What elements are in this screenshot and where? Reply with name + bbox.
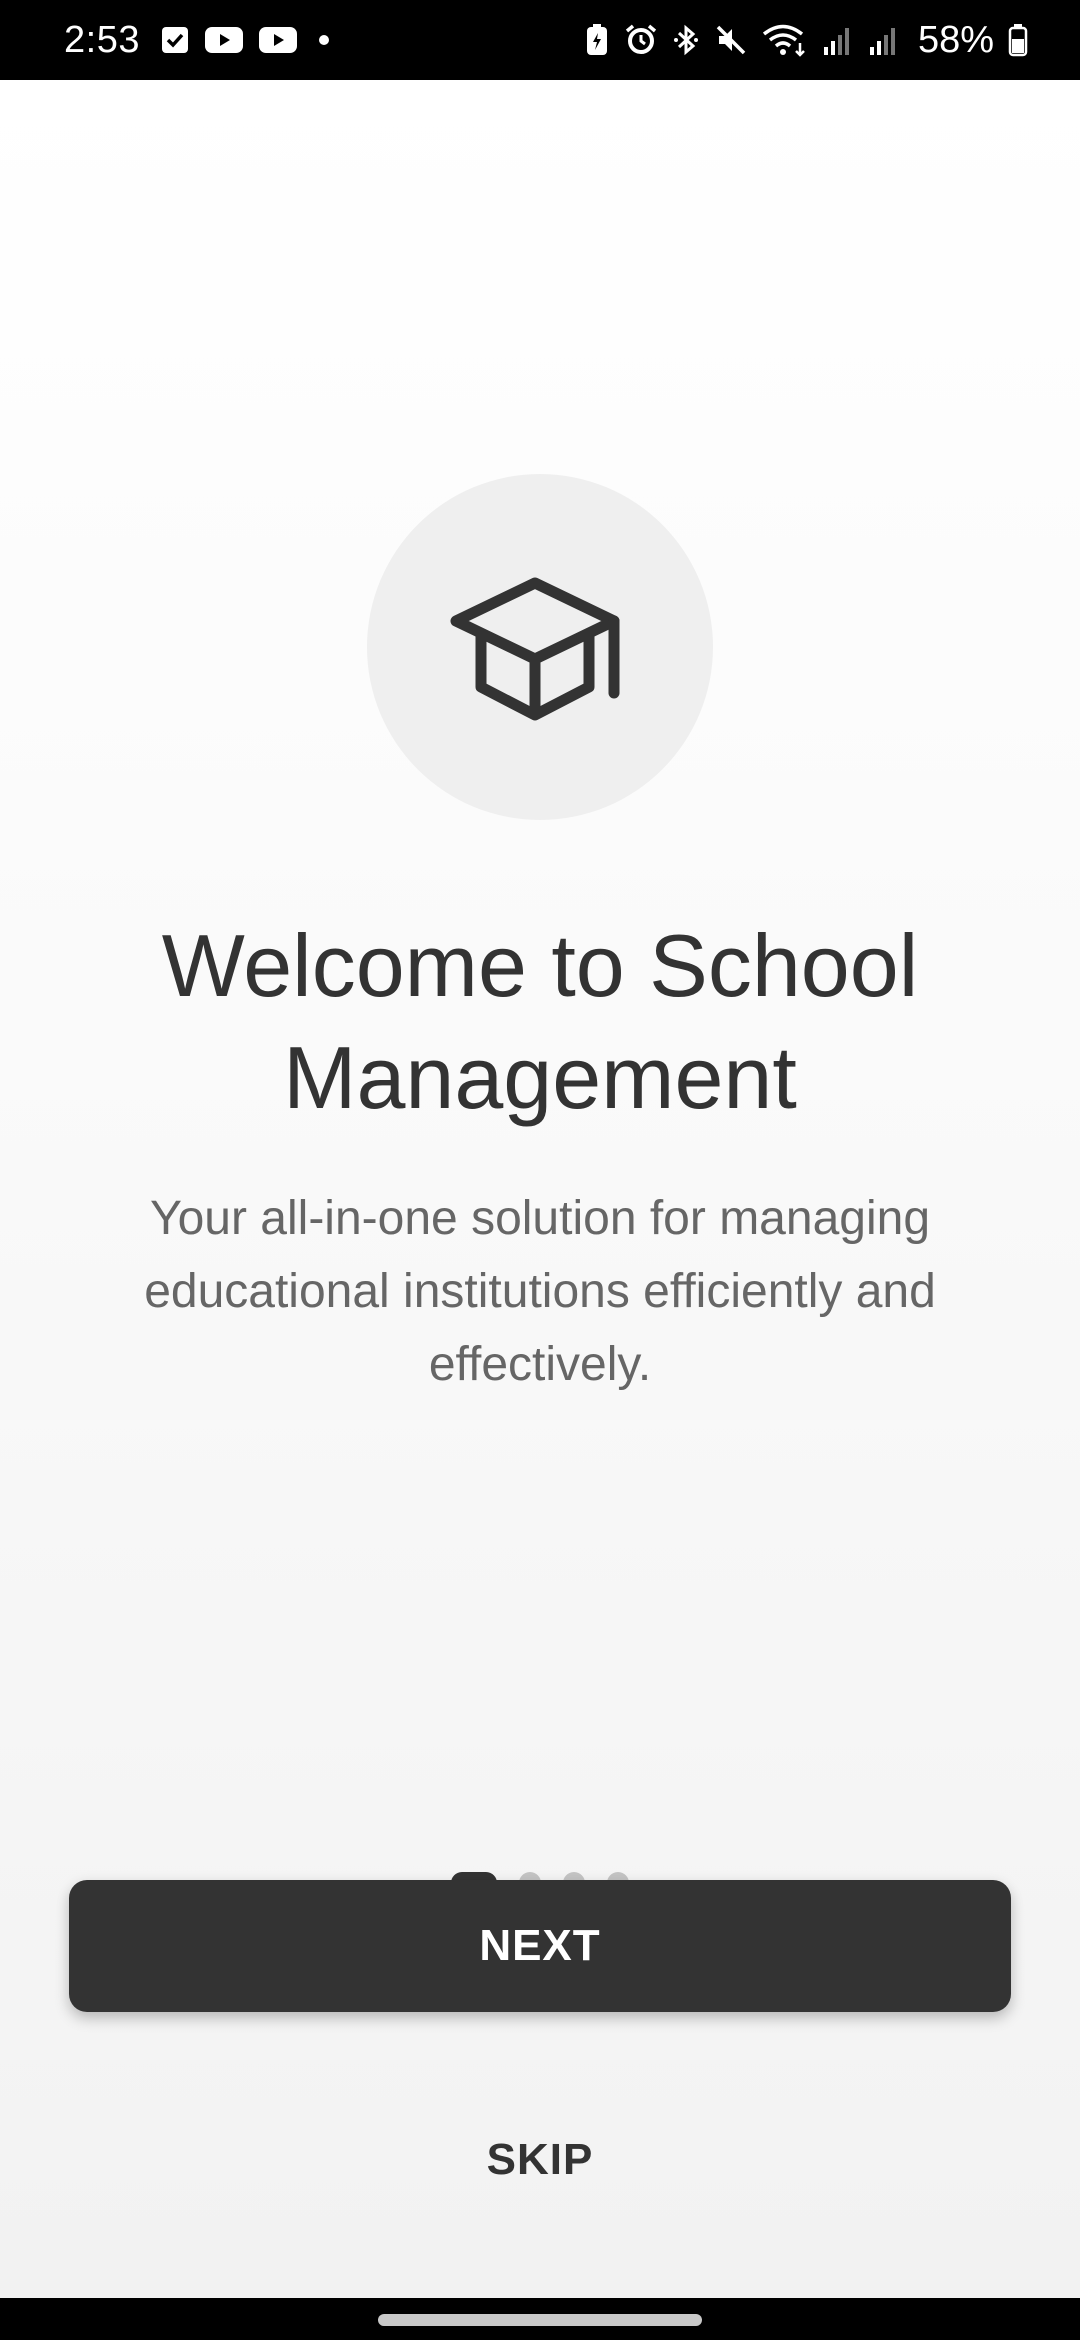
page-title: Welcome to School Management bbox=[161, 916, 919, 1127]
next-button[interactable]: NEXT bbox=[69, 1880, 1011, 2012]
home-gesture-handle[interactable] bbox=[378, 2314, 702, 2326]
signal-icon bbox=[868, 23, 900, 57]
skip-button[interactable]: SKIP bbox=[390, 2110, 690, 2210]
hero-icon-circle bbox=[367, 474, 713, 820]
wifi-icon bbox=[762, 23, 808, 57]
onboarding-screen: 2:53 58% Welcome to School Management Yo… bbox=[0, 0, 1080, 2340]
youtube-icon bbox=[204, 25, 244, 55]
check-notification-icon bbox=[160, 25, 190, 55]
youtube-icon bbox=[258, 25, 298, 55]
graduation-cap-icon bbox=[450, 565, 630, 730]
mute-icon bbox=[714, 23, 748, 57]
battery-percent: 58% bbox=[917, 18, 994, 61]
alarm-icon bbox=[624, 23, 658, 57]
status-time: 2:53 bbox=[64, 18, 140, 61]
notification-dot-icon bbox=[312, 25, 336, 55]
battery-icon bbox=[1008, 23, 1028, 57]
navigation-bar bbox=[0, 2298, 1080, 2340]
status-bar: 2:53 58% bbox=[0, 0, 1080, 80]
bluetooth-icon bbox=[672, 23, 700, 57]
battery-saver-icon bbox=[584, 23, 610, 57]
status-left: 2:53 bbox=[64, 19, 336, 62]
page-subtitle: Your all-in-one solution for managing ed… bbox=[144, 1192, 936, 1391]
status-right: 58% bbox=[584, 19, 1028, 62]
onboarding-content: Welcome to School Management Your all-in… bbox=[0, 80, 1080, 2298]
signal-icon bbox=[822, 23, 854, 57]
